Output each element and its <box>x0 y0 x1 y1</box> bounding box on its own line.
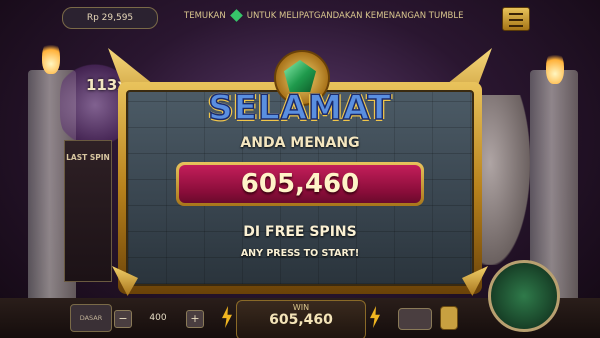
win-display: WIN 605,460 <box>236 300 366 338</box>
ticker-text-left: TEMUKAN <box>184 11 226 21</box>
menu-icon-line <box>509 13 523 15</box>
free-spins-text: DI FREE SPINS <box>243 224 357 240</box>
last-spin-label: LAST SPIN <box>66 153 110 162</box>
top-bar: Rp 29,595 TEMUKAN UNTUK MELIPATGANDAKAN K… <box>62 7 532 31</box>
increase-bet-button[interactable]: + <box>186 310 204 328</box>
menu-icon-line <box>509 19 523 21</box>
game-scene: 113x Rp 29,595 TEMUKAN UNTUK MELIPATGANDA… <box>0 0 600 338</box>
menu-icon-line <box>509 25 523 27</box>
balance-display: Rp 29,595 <box>62 7 158 29</box>
last-spin-panel: LAST SPIN <box>64 140 112 282</box>
menu-button[interactable] <box>502 7 530 31</box>
green-gem-icon <box>229 9 243 22</box>
win-value: 605,460 <box>269 312 333 328</box>
left-torch-flame <box>42 40 60 74</box>
win-label: WIN <box>292 303 310 312</box>
turbo-button[interactable] <box>440 306 458 330</box>
win-amount-box: 605,460 <box>176 162 424 206</box>
bet-label-button[interactable]: DASAR <box>70 304 112 332</box>
spin-button[interactable] <box>488 260 560 332</box>
win-popup[interactable]: SELAMAT ANDA MENANG 605,460 DI FREE SPIN… <box>108 44 492 296</box>
decrease-bet-button[interactable]: − <box>114 310 132 328</box>
popup-title: SELAMAT <box>208 87 392 129</box>
right-torch-flame <box>546 50 564 84</box>
ticker-text-right: UNTUK MELIPATGANDAKAN KEMENANGAN TUMBLE <box>246 11 464 21</box>
start-prompt: ANY PRESS TO START! <box>240 248 360 259</box>
win-amount: 605,460 <box>179 165 421 203</box>
info-ticker: TEMUKAN UNTUK MELIPATGANDAKAN KEMENANGAN … <box>184 9 464 22</box>
autoplay-button[interactable] <box>398 308 432 330</box>
popup-subtitle: ANDA MENANG <box>240 135 360 151</box>
bet-value: 400 <box>149 313 167 323</box>
